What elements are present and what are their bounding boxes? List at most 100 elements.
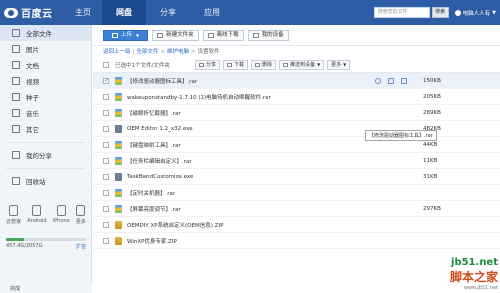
file-name[interactable]: 【修改驱动器图标工具】.rar xyxy=(127,77,397,85)
sidebar-item-videos[interactable]: 视频 xyxy=(0,73,91,89)
file-icon xyxy=(12,29,20,37)
breadcrumb-root[interactable]: 全部文件 xyxy=(136,49,158,55)
my-devices-button[interactable]: 我的设备 xyxy=(247,29,289,41)
device-label: iPhone xyxy=(52,218,70,224)
file-row[interactable]: OEM Editor 1.2_x32.exe 482KB xyxy=(93,121,500,137)
sidebar-item-my-share[interactable]: 我的分享 xyxy=(0,147,91,163)
file-row[interactable]: 【修改驱动器图标工具】.rar 150KB xyxy=(93,73,500,89)
torrent-icon xyxy=(12,93,20,101)
tab-apps[interactable]: 应用 xyxy=(190,0,234,25)
sidebar-item-torrents[interactable]: 种子 xyxy=(0,89,91,105)
file-row[interactable]: 【磁眼折忆截器】.rar 289KB xyxy=(93,105,500,121)
device-android[interactable]: Android xyxy=(27,205,47,225)
file-name[interactable]: 【屏幕亮度调节】.rar xyxy=(127,205,397,213)
rar-file-icon xyxy=(115,92,122,101)
sidebar-item-all-files[interactable]: 全部文件 xyxy=(0,25,91,41)
file-row[interactable]: wakeuponstandby-1.7.10 (1)电脑待机自动唤醒软件.rar… xyxy=(93,89,500,105)
sidebar-item-images[interactable]: 图片 xyxy=(0,41,91,57)
file-name[interactable]: OEM Editor 1.2_x32.exe xyxy=(127,126,397,132)
expand-storage-link[interactable]: 扩容 xyxy=(76,243,86,250)
share-button[interactable]: 分享 xyxy=(195,59,221,70)
delete-button[interactable]: 删除 xyxy=(251,59,277,70)
sidebar-item-recycle-bin[interactable]: 回收站 xyxy=(0,173,91,189)
upload-icon xyxy=(112,32,118,38)
device-iphone[interactable]: iPhone xyxy=(53,205,70,225)
device-more[interactable]: 更多 xyxy=(76,205,86,225)
download-icon[interactable] xyxy=(388,77,394,84)
zip-file-icon xyxy=(115,236,122,245)
file-row[interactable]: TaskBandCustomize.exe 31KB xyxy=(93,169,500,185)
file-checkbox[interactable] xyxy=(103,109,109,116)
file-name[interactable]: 【定时关机器】.rar xyxy=(127,189,397,197)
file-checkbox[interactable] xyxy=(103,157,109,164)
breadcrumb-parent[interactable]: 维护电脑 xyxy=(167,49,189,55)
file-checkbox[interactable] xyxy=(103,93,109,100)
file-name[interactable]: TaskBandCustomize.exe xyxy=(127,174,397,180)
device-icon xyxy=(252,32,259,38)
rar-file-icon xyxy=(115,156,122,165)
file-name[interactable]: wakeuponstandby-1.7.10 (1)电脑待机自动唤醒软件.rar xyxy=(127,93,397,101)
tab-netdisk[interactable]: 网盘 xyxy=(102,0,146,25)
sidebar-item-docs[interactable]: 文档 xyxy=(0,57,91,73)
file-row[interactable]: 【定时关机器】.rar xyxy=(93,185,500,201)
file-name[interactable]: 【键盘映射工具】.rar xyxy=(127,141,397,149)
upload-button[interactable]: 上传 ▼ xyxy=(103,29,149,41)
file-name[interactable]: 【任务栏编辑自定义】.rar xyxy=(127,157,397,165)
device-cloud-manager[interactable]: 云管家 xyxy=(6,205,21,225)
file-row[interactable]: OEMDIY XP系统自定义(OEM信息).ZIP xyxy=(93,217,500,233)
push-to-device-button[interactable]: 推送到设备 ▼ xyxy=(279,59,325,70)
tab-share[interactable]: 分享 xyxy=(146,0,190,25)
sidebar-item-other[interactable]: 其它 xyxy=(0,121,91,137)
file-checkbox[interactable] xyxy=(103,221,109,228)
file-checkbox[interactable] xyxy=(103,237,109,244)
file-checkbox[interactable] xyxy=(103,141,109,148)
chevron-down-icon: ▼ xyxy=(136,32,140,38)
chevron-down-icon[interactable]: ▼ xyxy=(492,10,496,16)
select-all-checkbox[interactable] xyxy=(103,61,109,68)
file-row[interactable]: WinXP优身专家.ZIP xyxy=(93,233,500,249)
file-row[interactable]: 【屏幕亮度调节】.rar 297KB xyxy=(93,201,500,217)
sidebar-item-label: 文档 xyxy=(26,62,39,70)
file-name[interactable]: 【磁眼折忆截器】.rar xyxy=(127,109,397,117)
list-header: 已选中1个文件/文件夹 分享 下载 删除 推送到设备 ▼ 更多 ▼ xyxy=(93,57,500,73)
search-input[interactable]: 搜索您的文件 xyxy=(373,7,430,18)
offline-download-button[interactable]: 离线下载 xyxy=(202,29,244,41)
push-label: 推送到设备 xyxy=(290,61,316,68)
file-checkbox[interactable] xyxy=(103,173,109,180)
breadcrumb-back[interactable]: 返回上一级 xyxy=(103,49,131,55)
file-checkbox[interactable] xyxy=(103,125,109,132)
file-checkbox[interactable] xyxy=(103,205,109,212)
file-checkbox[interactable] xyxy=(103,77,109,84)
trash-icon xyxy=(12,177,20,185)
user-name[interactable]: 电脑人人有 xyxy=(463,9,491,17)
sidebar-item-music[interactable]: 音乐 xyxy=(0,105,91,121)
sidebar-item-label: 其它 xyxy=(26,126,39,134)
device-label: 更多 xyxy=(75,219,86,225)
file-name[interactable]: OEMDIY XP系统自定义(OEM信息).ZIP xyxy=(127,221,397,229)
sidebar-item-label: 图片 xyxy=(26,46,39,54)
download-icon xyxy=(227,62,233,67)
file-size: 31KB xyxy=(423,173,438,180)
logo[interactable]: 百度云 xyxy=(0,5,64,20)
quota-row: 457.4G/2057G 扩容 xyxy=(6,243,86,250)
file-checkbox[interactable] xyxy=(103,189,109,196)
share-icon[interactable] xyxy=(375,77,381,84)
top-right-area: 搜索您的文件 搜索 电脑人人有 ▼ xyxy=(373,7,500,18)
search-button[interactable]: 搜索 xyxy=(431,7,449,18)
rar-file-icon xyxy=(115,108,122,117)
selection-count: 已选中1个文件/文件夹 xyxy=(115,62,170,69)
file-name[interactable]: WinXP优身专家.ZIP xyxy=(127,237,397,245)
file-row[interactable]: 【任务栏编辑自定义】.rar 11KB xyxy=(93,153,500,169)
file-size: 289KB xyxy=(423,109,441,116)
more-icon[interactable] xyxy=(401,77,407,84)
divider xyxy=(6,163,85,169)
tab-home[interactable]: 主页 xyxy=(64,0,102,25)
trash-icon xyxy=(255,62,261,67)
more-button[interactable]: 更多 ▼ xyxy=(327,59,351,70)
zip-file-icon xyxy=(115,220,122,229)
breadcrumb-sep: > xyxy=(160,49,165,55)
main-nav: 主页 网盘 分享 应用 xyxy=(64,0,234,25)
download-button[interactable]: 下载 xyxy=(223,59,249,70)
new-folder-button[interactable]: 新建文件夹 xyxy=(152,29,199,41)
file-row[interactable]: 【键盘映射工具】.rar 44KB xyxy=(93,137,500,153)
